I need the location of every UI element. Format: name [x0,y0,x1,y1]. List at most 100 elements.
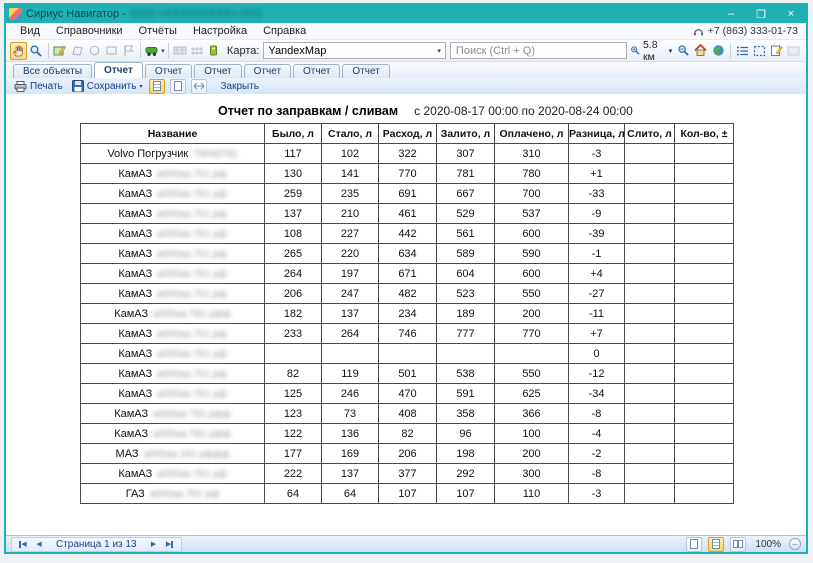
circle-tool-icon[interactable] [86,42,103,60]
vehicle-name-cell: КамАЗа000аа 761 рф [81,364,265,384]
menu-item-3[interactable]: Настройка [185,25,255,37]
value-cell [625,264,675,284]
save-button[interactable]: Сохранить ▾ [69,79,146,94]
chevron-down-icon: ▾ [669,47,673,55]
value-cell: +7 [569,324,625,344]
rail-icon[interactable] [189,42,206,60]
view-two-page-button[interactable] [170,79,186,94]
minimize-button[interactable]: – [716,5,746,23]
pan-hand-icon[interactable] [10,42,27,60]
extra-disabled-icon[interactable] [785,42,802,60]
column-header: Название [81,124,265,144]
value-cell: 634 [379,244,437,264]
map-select[interactable]: YandexMap ▾ [263,42,446,59]
vehicle-name-cell: КамАЗа000аа 761 рф [81,344,265,364]
vehicle-plate-redacted: а000аа 761 рф [157,249,226,260]
vehicle-icon[interactable] [144,42,161,60]
vehicle-brand: КамАЗ [118,328,152,340]
view-fit-button[interactable] [191,79,207,94]
layout-normal-button[interactable] [686,537,702,552]
value-cell: 550 [495,364,569,384]
zoom-out-button[interactable]: – [789,538,801,550]
menu-item-2[interactable]: Отчёты [131,25,185,37]
vehicle-plate-redacted: а000аа 761 рф [157,229,226,240]
column-header: Кол-во, ± [675,124,734,144]
value-cell: 523 [437,284,495,304]
close-report-button[interactable]: Закрыть [217,79,262,94]
bridge-icon[interactable] [172,42,189,60]
value-cell [675,464,734,484]
view-single-page-button[interactable] [149,79,165,94]
vehicle-name-cell: КамАЗа000аа 761 рф [81,464,265,484]
scale-value: 5.8 км [643,39,667,63]
value-cell: 64 [322,484,379,504]
phone-number: +7 (863) 333-01-73 [708,25,798,37]
zoom-scale-button[interactable]: 5.8 км ▾ [627,42,675,60]
tab-3[interactable]: Отчет [194,64,241,78]
list-icon[interactable] [734,42,751,60]
vehicle-name-cell: КамАЗа000аа 761 рф [81,184,265,204]
value-cell: 122 [265,424,322,444]
column-header: Оплачено, л [495,124,569,144]
tab-4[interactable]: Отчет [244,64,291,78]
next-page-button[interactable]: ▶ [147,538,161,551]
table-row: КамАЗа000аа 761 рф82119501538550-12 [81,364,734,384]
value-cell: 310 [495,144,569,164]
menu-bar: ВидСправочникиОтчётыНастройкаСправка +7 … [6,23,806,40]
note-edit-icon[interactable] [768,42,785,60]
value-cell: 100 [495,424,569,444]
table-row: КамАЗа000аа 761 рф259235691667700-33 [81,184,734,204]
first-page-button[interactable]: ◀ [16,538,30,551]
tab-6[interactable]: Отчет [342,64,389,78]
layout-multi-button[interactable] [730,537,746,552]
column-header: Слито, л [625,124,675,144]
vehicle-plate-redacted: а000аа 761 рф [157,469,226,480]
fuel-icon[interactable] [206,42,223,60]
vehicle-dropdown-arrow[interactable]: ▾ [161,47,165,55]
vehicle-name-cell: КамАЗа000аа 761 рф [81,164,265,184]
menu-item-0[interactable]: Вид [12,25,48,37]
value-cell: 246 [322,384,379,404]
menu-item-4[interactable]: Справка [255,25,314,37]
vehicle-name-cell: Volvo Погрузчик79040791 [81,144,265,164]
zoom-search-icon[interactable] [27,42,44,60]
layout-page-button[interactable] [708,537,724,552]
tab-5[interactable]: Отчет [293,64,340,78]
rect-tool-icon[interactable] [103,42,120,60]
tab-2[interactable]: Отчет [145,64,192,78]
close-button[interactable]: × [776,5,806,23]
value-cell: 200 [495,444,569,464]
vehicle-brand: КамАЗ [118,388,152,400]
tab-0[interactable]: Все объекты [13,64,92,78]
maximize-button[interactable]: ❐ [746,5,776,23]
search-input[interactable]: Поиск (Ctrl + Q) [450,42,628,59]
menu-item-1[interactable]: Справочники [48,25,131,37]
value-cell [322,344,379,364]
vehicle-brand: КамАЗ [118,268,152,280]
polygon-tool-icon[interactable] [69,42,86,60]
prev-page-button[interactable]: ◀ [32,538,46,551]
value-cell: 233 [265,324,322,344]
flag-tool-icon[interactable] [120,42,137,60]
home-icon[interactable] [692,42,709,60]
select-frame-icon[interactable] [751,42,768,60]
window-title: Сириус Навигатор - [26,8,126,20]
edit-map-icon[interactable] [51,42,68,60]
vehicle-name-cell: КамАЗа000аа 761 рфф [81,404,265,424]
value-cell: -2 [569,444,625,464]
vehicle-brand: КамАЗ [118,188,152,200]
zoom-out-icon[interactable] [675,42,692,60]
value-cell: 537 [495,204,569,224]
globe-icon[interactable] [710,42,727,60]
last-page-button[interactable]: ▶ [163,538,177,551]
vehicle-plate-redacted: а000аа 161 рффф [144,449,230,460]
vehicle-name-cell: КамАЗа000аа 761 рф [81,324,265,344]
tab-1-active[interactable]: Отчет [94,62,143,78]
value-cell [625,284,675,304]
vehicle-brand: Volvo Погрузчик [107,148,188,160]
value-cell: 123 [265,404,322,424]
value-cell: 182 [265,304,322,324]
print-button[interactable]: Печать [11,79,66,94]
value-cell: 137 [322,464,379,484]
value-cell: 198 [437,444,495,464]
